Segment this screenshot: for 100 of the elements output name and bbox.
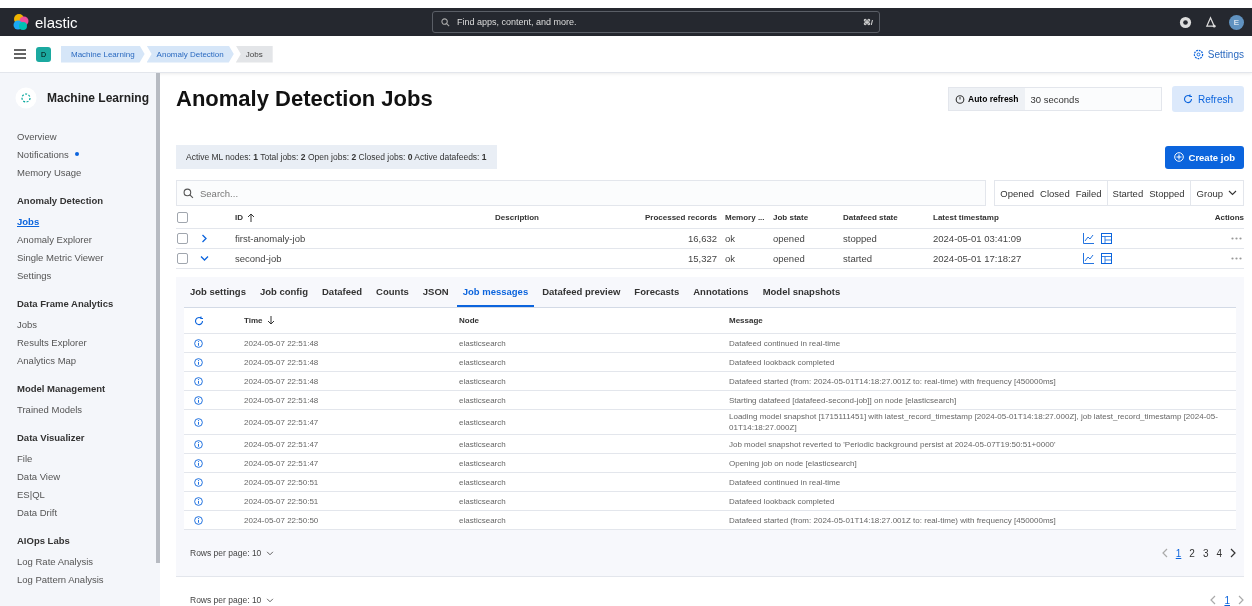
table-cell-text: 2024-05-07 22:51:48	[244, 375, 320, 387]
sidebar-item[interactable]: ES|QL	[17, 488, 45, 500]
info-icon	[194, 496, 203, 506]
tab[interactable]: Datafeed	[316, 277, 369, 307]
sidebar-item[interactable]: Settings	[17, 269, 52, 281]
sidebar-item[interactable]: Trained Models	[17, 403, 83, 415]
column-header[interactable]: Latest timestamp	[933, 212, 1083, 222]
search-icon	[183, 187, 194, 199]
settings-link[interactable]: Settings	[1192, 48, 1244, 60]
table-cell-text: elasticsearch	[459, 375, 507, 387]
column-header[interactable]: ID	[235, 212, 455, 222]
chevron-right-icon[interactable]	[1230, 548, 1236, 558]
sidebar-item[interactable]: Data View	[17, 470, 61, 482]
chart-icon[interactable]	[1083, 253, 1094, 264]
sidebar-item[interactable]: Single Metric Viewer	[17, 251, 104, 263]
timer-icon	[955, 94, 965, 104]
table-cell-text: Datafeed lookback completed	[729, 495, 836, 507]
tab[interactable]: Forecasts	[628, 277, 686, 307]
page-button[interactable]: 1	[1224, 594, 1230, 606]
column-header[interactable]: Node	[459, 316, 729, 325]
column-header[interactable]: Description	[455, 212, 605, 222]
table-cell-text: 16,632	[686, 233, 718, 244]
chart-icon[interactable]	[1083, 233, 1094, 244]
sidebar-item[interactable]: Results Explorer	[17, 336, 87, 348]
table-cell-text: Loading model snapshot [1715111451] with latest_record_timestamp [2024-05-01T14:18:27.000Z], job latest_record_timestamp [2024-05-01T14:18:27.000Z]	[729, 411, 1219, 433]
search-icon	[441, 17, 450, 27]
create-job-button[interactable]: Create job	[1164, 145, 1244, 169]
checkbox[interactable]	[177, 253, 188, 264]
column-header[interactable]: Time	[244, 316, 459, 325]
column-header[interactable]: Actions	[1133, 212, 1244, 222]
column-header[interactable]: Message	[729, 316, 1236, 325]
info-icon	[194, 477, 203, 487]
table-cell-text: started	[843, 253, 874, 264]
tab[interactable]: JSON	[416, 277, 455, 307]
help-icon[interactable]	[1179, 15, 1192, 29]
page-button[interactable]: 3	[1202, 547, 1209, 559]
scrollbar[interactable]	[156, 73, 160, 563]
checkbox[interactable]	[177, 233, 188, 244]
breadcrumb[interactable]: Jobs	[235, 45, 273, 63]
refresh-button[interactable]: Refresh	[1172, 86, 1244, 112]
refresh-interval: 30 seconds	[1029, 93, 1080, 105]
tab[interactable]: Counts	[370, 277, 415, 307]
breadcrumb[interactable]: Machine Learning	[61, 45, 145, 63]
info-icon	[194, 338, 203, 348]
column-header[interactable]: Memory ...	[725, 212, 773, 222]
sidebar-item[interactable]: Anomaly Explorer	[17, 233, 92, 245]
tab[interactable]: Annotations	[687, 277, 755, 307]
sidebar-item[interactable]: Data Drift	[17, 506, 58, 518]
tab[interactable]: Job settings	[184, 277, 252, 307]
plus-circle-icon	[1173, 152, 1184, 162]
sidebar-item[interactable]: Log Pattern Analysis	[17, 573, 104, 585]
auto-refresh-picker[interactable]: Auto refresh 30 seconds	[948, 87, 1162, 111]
table-cell-text: elasticsearch	[459, 514, 507, 526]
sidebar-item[interactable]: Analytics Map	[17, 354, 77, 366]
info-icon	[194, 439, 203, 449]
tab[interactable]: Job config	[253, 277, 314, 307]
table-cell-text: 2024-05-07 22:50:50	[244, 514, 320, 526]
search-placeholder: Find apps, content, and more.	[457, 17, 578, 27]
sidebar-item[interactable]: Jobs	[17, 215, 40, 227]
chevron-down-icon[interactable]	[200, 254, 209, 263]
column-header[interactable]: Processed records	[605, 212, 725, 222]
page-button[interactable]: 2	[1189, 547, 1195, 559]
page-button[interactable]: 4	[1216, 547, 1222, 559]
table-icon[interactable]	[1101, 233, 1112, 244]
info-icon	[194, 357, 203, 367]
sidebar-item[interactable]: File	[17, 452, 33, 464]
filter-button[interactable]: Stopped	[1146, 181, 1188, 205]
sidebar-item[interactable]: Jobs	[17, 318, 38, 330]
more-icon[interactable]	[1231, 257, 1242, 260]
sidebar-item[interactable]: Log Rate Analysis	[17, 555, 94, 567]
rows-per-page-button[interactable]: Rows per page: 10	[184, 594, 281, 606]
auto-refresh-label: Auto refresh	[968, 94, 1019, 104]
sidebar-title: Machine Learning	[47, 91, 150, 105]
global-search-field[interactable]: Find apps, content, and more. ⌘/	[432, 11, 880, 33]
column-header[interactable]: Datafeed state	[843, 212, 933, 222]
logo-text[interactable]: elastic	[35, 13, 78, 31]
breadcrumb[interactable]: Anomaly Detection	[146, 45, 234, 63]
page-button[interactable]: 1	[1175, 547, 1182, 559]
refresh-icon[interactable]	[194, 315, 204, 326]
filter-button[interactable]: Closed	[1037, 181, 1073, 205]
table-cell-text: 2024-05-01 03:41:09	[933, 233, 1023, 244]
sidebar-item[interactable]: Overview	[17, 130, 57, 142]
filter-button[interactable]: Opened	[997, 181, 1038, 205]
chevron-left-icon[interactable]	[1210, 595, 1217, 605]
group-filter-button[interactable]: Group	[1190, 181, 1243, 205]
filter-button[interactable]: Failed	[1072, 181, 1105, 205]
column-header[interactable]: Job state	[773, 212, 843, 222]
search-field[interactable]: Search...	[176, 180, 987, 206]
more-icon[interactable]	[1231, 237, 1242, 240]
sidebar-item[interactable]: Memory Usage	[17, 166, 82, 178]
table-icon[interactable]	[1101, 253, 1112, 264]
checkbox[interactable]	[177, 211, 188, 223]
tab[interactable]: Datafeed preview	[536, 277, 627, 307]
rows-per-page-button[interactable]: Rows per page: 10	[184, 547, 281, 559]
sidebar-item[interactable]: Notifications	[17, 148, 69, 160]
tab[interactable]: Model snapshots	[756, 277, 847, 307]
menu-icon[interactable]	[14, 49, 26, 59]
shortcut-hint: ⌘/	[862, 17, 873, 27]
filter-button[interactable]: Started	[1109, 181, 1147, 205]
info-icon	[194, 515, 203, 525]
